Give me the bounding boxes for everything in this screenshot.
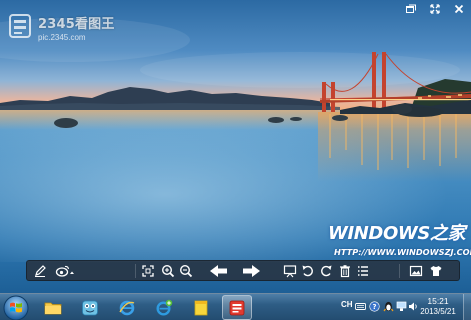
skin-icon[interactable] (429, 264, 443, 278)
input-method-label[interactable]: CH (341, 300, 353, 309)
watermark-url: HTTP://WWW.WINDOWSZJ.COM/ (334, 247, 471, 257)
file-explorer-icon (44, 302, 62, 314)
menu-list-icon[interactable] (356, 264, 370, 278)
fit-screen-icon[interactable] (141, 264, 155, 278)
ie-plus-icon (156, 299, 173, 316)
keyboard-icon[interactable] (355, 301, 366, 312)
toolbar-separator (135, 264, 136, 278)
rotate-left-icon[interactable] (301, 264, 315, 278)
site-watermark: WINDOWS之家 HTTP://WWW.WINDOWSZJ.COM/ (328, 219, 471, 265)
taskbar-ie-plus[interactable] (149, 295, 179, 320)
watermark-title: WINDOWS之家 (328, 223, 466, 244)
internet-explorer-icon (119, 300, 135, 315)
window-controls (406, 3, 464, 15)
thumbnail-icon[interactable] (409, 264, 423, 278)
rotate-right-icon[interactable] (319, 264, 333, 278)
zoom-in-icon[interactable] (161, 264, 175, 278)
clock-time: 15:21 (427, 296, 449, 306)
previous-arrow-icon[interactable] (209, 264, 229, 278)
2345-viewer-icon (229, 300, 245, 315)
svg-text:?: ? (372, 303, 376, 311)
qq-penguin-icon[interactable] (383, 301, 394, 312)
show-desktop-button[interactable] (463, 294, 471, 320)
taskbar: CH ? 15:21 2013/5/21 (0, 293, 471, 320)
image-viewer-logo-icon (9, 14, 31, 38)
app-website: pic.2345.com (38, 33, 86, 42)
restore-icon[interactable] (406, 4, 416, 14)
app-name: 2345看图王 (38, 17, 115, 32)
next-arrow-icon[interactable] (241, 264, 261, 278)
system-tray: CH ? (338, 296, 418, 318)
slideshow-icon[interactable] (283, 264, 297, 278)
sticky-notes-icon (194, 300, 208, 315)
close-icon[interactable] (454, 4, 464, 14)
taskbar-clock[interactable]: 15:21 2013/5/21 (416, 296, 460, 318)
viewer-toolbar (26, 260, 460, 281)
pen-icon[interactable] (33, 264, 47, 278)
fullscreen-icon[interactable] (430, 4, 440, 14)
zoom-out-icon[interactable] (179, 264, 193, 278)
taskbar-sticky-notes[interactable] (186, 295, 216, 320)
clock-date: 2013/5/21 (420, 307, 456, 316)
weibo-share-icon[interactable] (55, 264, 75, 278)
toolbar-separator (399, 264, 400, 278)
app-frog-icon (82, 300, 98, 315)
help-icon[interactable]: ? (369, 301, 380, 312)
network-icon[interactable] (396, 301, 407, 312)
taskbar-2345-viewer[interactable] (222, 295, 252, 320)
taskbar-file-explorer[interactable] (38, 295, 68, 320)
taskbar-app-frog[interactable] (75, 295, 105, 320)
delete-icon[interactable] (338, 264, 352, 278)
app-logo: 2345看图王 pic.2345.com (8, 12, 128, 50)
start-button-icon[interactable] (3, 295, 29, 320)
taskbar-internet-explorer[interactable] (112, 295, 142, 320)
